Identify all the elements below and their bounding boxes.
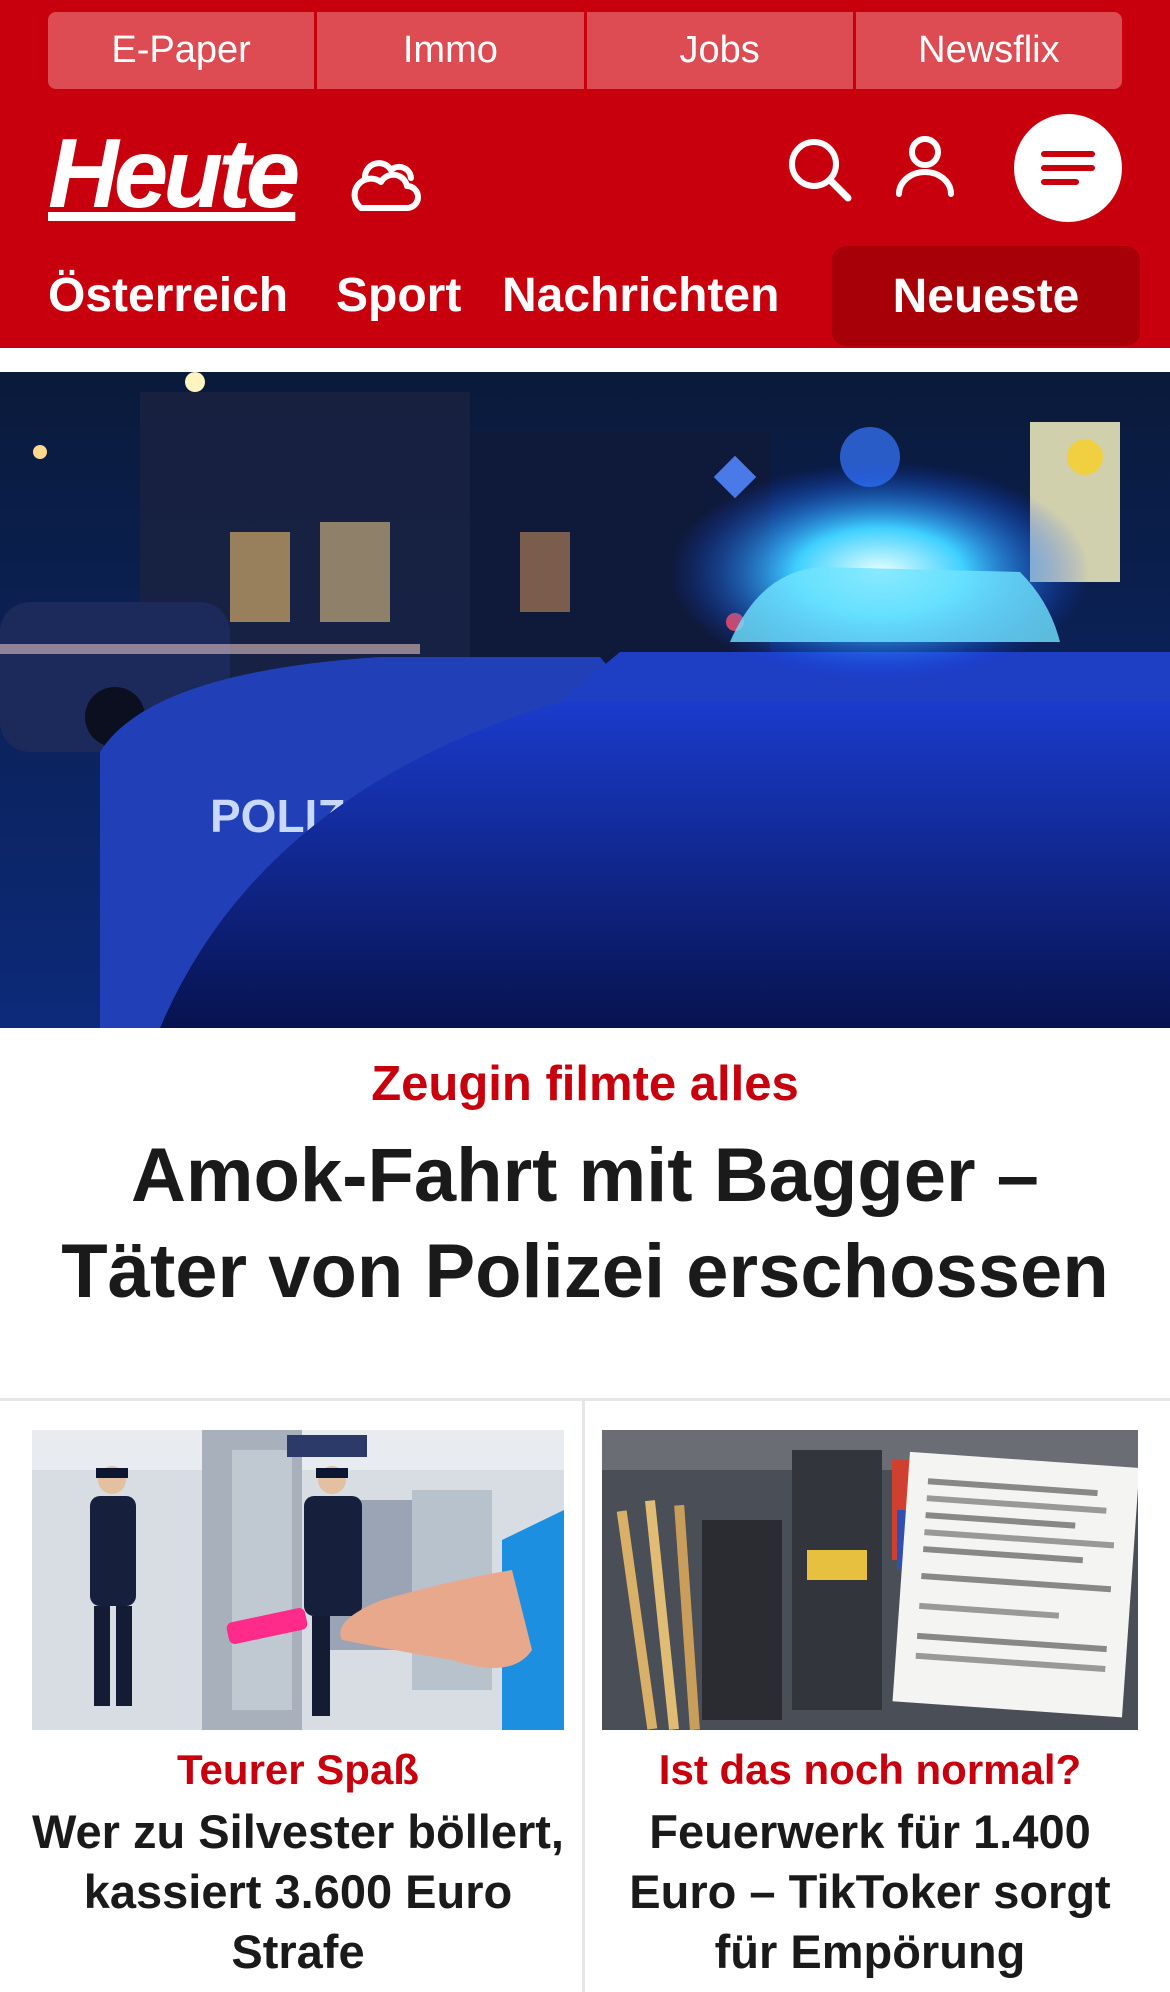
teaser-image-fireworks [602,1430,1138,1730]
user-icon[interactable] [890,132,960,202]
menu-button[interactable] [1014,114,1122,222]
category-nav: Österreich Sport Nachrichten Neueste [0,246,1170,348]
vertical-divider [582,1401,585,1992]
hero-kicker: Zeugin filmte alles [371,1057,799,1111]
teaser-card-silvester[interactable]: Teurer Spaß Wer zu Silvester böllert, ka… [32,1430,564,1982]
teaser-title: Feuerwerk für 1.400 Euro – TikToker sorg… [629,1805,1111,1978]
top-service-nav: E-Paper Immo Jobs Newsflix [48,12,1122,89]
site-header: E-Paper Immo Jobs Newsflix Heute Österre… [0,0,1170,348]
category-nachrichten[interactable]: Nachrichten [502,268,779,323]
category-oesterreich[interactable]: Österreich [48,268,288,323]
hero-headline-link[interactable]: Amok-Fahrt mit Bagger – Täter von Polize… [30,1128,1140,1320]
hero-article-text: Zeugin filmte alles Amok-Fahrt mit Bagge… [0,1028,1170,1398]
teaser-kicker: Teurer Spaß [177,1746,419,1793]
hero-image-police-car[interactable]: POLIZ [0,372,1170,1028]
menu-icon [1041,151,1095,185]
topnav-newsflix[interactable]: Newsflix [855,12,1122,89]
topnav-immo[interactable]: Immo [317,12,587,89]
teaser-image-police-station [32,1430,564,1730]
site-logo[interactable]: Heute [48,124,300,222]
weather-cloud-icon[interactable] [345,148,423,216]
category-neueste-active-tab[interactable]: Neueste [832,246,1140,346]
teaser-kicker: Ist das noch normal? [658,1746,1082,1793]
topnav-jobs[interactable]: Jobs [586,12,856,89]
search-icon[interactable] [784,134,854,204]
teaser-card-feuerwerk[interactable]: Ist das noch normal? Feuerwerk für 1.400… [602,1430,1138,1982]
horizontal-divider [0,1398,1170,1401]
teaser-title: Wer zu Silvester böllert, kassiert 3.600… [32,1805,564,1978]
category-sport[interactable]: Sport [336,268,461,323]
topnav-epaper[interactable]: E-Paper [48,12,318,89]
